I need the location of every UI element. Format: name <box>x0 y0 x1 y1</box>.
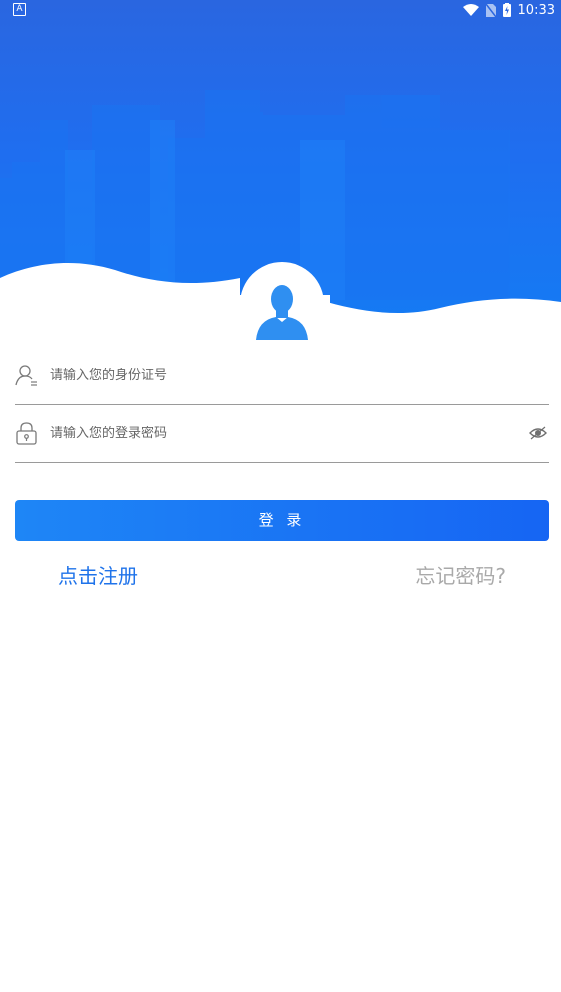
password-field[interactable] <box>15 405 549 463</box>
password-input[interactable] <box>50 426 350 441</box>
avatar <box>240 262 324 346</box>
register-link[interactable]: 点击注册 <box>58 560 138 589</box>
wifi-icon <box>462 4 479 16</box>
notification-icon: A <box>13 3 26 16</box>
user-avatar-icon <box>256 285 308 340</box>
login-button[interactable]: 登 录 <box>15 500 549 541</box>
id-number-field[interactable] <box>15 347 549 405</box>
battery-charging-icon <box>502 3 511 17</box>
id-number-input[interactable] <box>50 368 350 383</box>
lock-icon <box>16 422 37 445</box>
status-time: 10:33 <box>517 2 555 18</box>
eye-icon[interactable] <box>529 425 547 441</box>
forgot-password-link[interactable]: 忘记密码? <box>415 560 506 589</box>
no-sim-icon <box>485 3 496 17</box>
status-bar: A 10:33 <box>0 0 561 20</box>
user-icon <box>15 365 37 386</box>
